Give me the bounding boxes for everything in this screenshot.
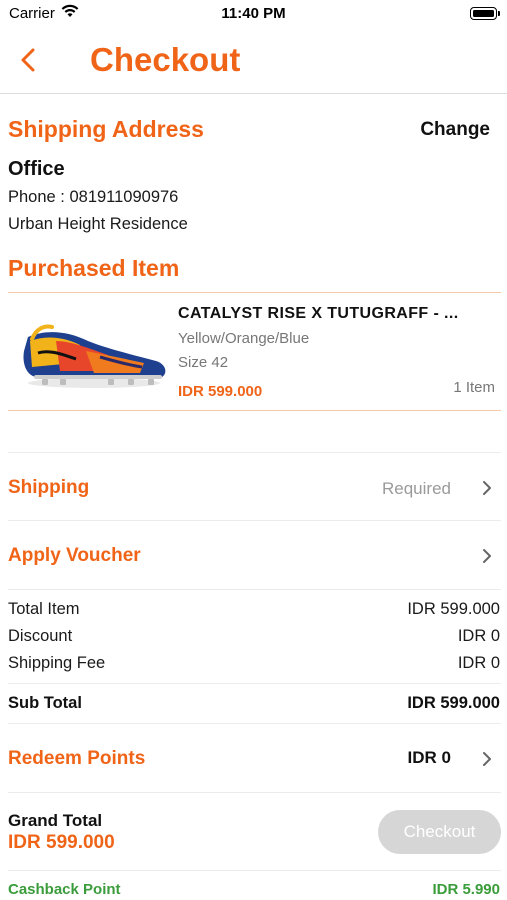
address-line: Urban Height Residence <box>8 215 188 233</box>
sub-total-value: IDR 599.000 <box>407 694 500 712</box>
shipping-required-hint: Required <box>382 479 451 498</box>
shipping-fee-value: IDR 0 <box>457 654 500 672</box>
apply-voucher-button[interactable]: Apply Voucher <box>8 545 141 567</box>
item-quantity: 1 Item <box>453 379 495 396</box>
sub-total-label: Sub Total <box>8 694 82 712</box>
divider <box>8 723 501 724</box>
navigation-bar: Checkout <box>0 28 507 94</box>
total-item-label: Total Item <box>8 600 80 618</box>
shipping-option-button[interactable]: Shipping <box>8 477 89 499</box>
grand-total-value: IDR 599.000 <box>8 832 115 853</box>
item-variant: Yellow/Orange/Blue <box>178 330 310 347</box>
chevron-right-icon[interactable] <box>481 479 493 497</box>
divider <box>8 589 501 590</box>
chevron-right-icon[interactable] <box>481 547 493 565</box>
chevron-right-icon[interactable] <box>481 750 493 768</box>
purchased-item-title: Purchased Item <box>8 255 180 281</box>
item-price: IDR 599.000 <box>178 383 263 400</box>
shipping-fee-label: Shipping Fee <box>8 654 106 672</box>
cashback-point-value: IDR 5.990 <box>432 881 500 898</box>
status-bar: Carrier 11:40 PM <box>0 0 507 28</box>
divider <box>8 683 501 684</box>
item-name: CATALYST RISE X TUTUGRAFF - ... <box>178 305 459 322</box>
redeem-points-button[interactable]: Redeem Points <box>8 748 145 770</box>
divider <box>8 452 501 453</box>
product-image <box>23 324 166 388</box>
redeem-points-value: IDR 0 <box>407 748 451 767</box>
page-title: Checkout <box>90 41 241 78</box>
cashback-point-label: Cashback Point <box>8 881 121 898</box>
purchased-item-card[interactable]: CATALYST RISE X TUTUGRAFF - ... Yellow/O… <box>8 292 501 411</box>
total-item-value: IDR 599.000 <box>407 600 500 618</box>
change-address-button[interactable]: Change <box>420 119 490 141</box>
chevron-left-icon[interactable] <box>14 42 44 78</box>
checkout-button[interactable]: Checkout <box>378 810 501 854</box>
divider <box>8 870 501 871</box>
discount-value: IDR 0 <box>457 627 500 645</box>
address-name: Office <box>8 158 65 180</box>
grand-total-label: Grand Total <box>8 811 103 830</box>
address-phone: Phone : 081911090976 <box>8 188 179 206</box>
divider <box>8 792 501 793</box>
shipping-address-title: Shipping Address <box>8 116 204 142</box>
item-size: Size 42 <box>178 354 229 371</box>
discount-label: Discount <box>8 627 73 645</box>
status-time: 11:40 PM <box>221 5 286 22</box>
battery-icon <box>470 7 500 20</box>
divider <box>8 520 501 521</box>
